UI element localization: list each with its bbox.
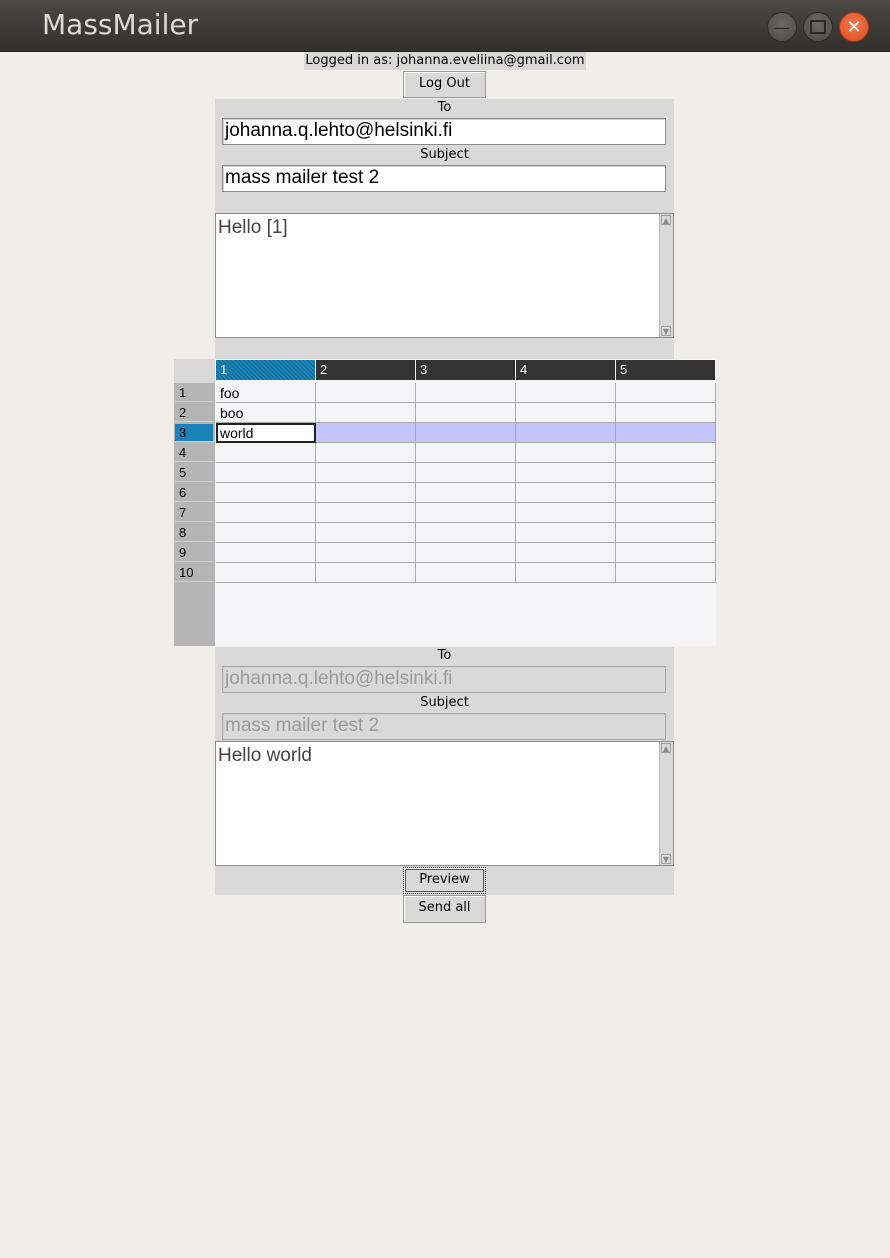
sheet-cell[interactable] [316,463,416,483]
sheet-cell[interactable] [516,403,616,423]
sheet-cell[interactable] [316,503,416,523]
sheet-cell[interactable] [516,543,616,563]
sheet-cell[interactable] [416,523,516,543]
row-header-9[interactable]: 9 [175,544,213,562]
sheet-cell[interactable] [216,503,316,523]
row-header-7[interactable]: 7 [175,504,213,522]
template-body-textarea[interactable]: Hello [1] ▲ ▼ [215,213,674,338]
sheet-cell[interactable] [216,543,316,563]
preview-body-scrollbar[interactable]: ▲ ▼ [659,742,673,865]
sheet-cell[interactable] [416,483,516,503]
sheet-cell[interactable] [416,403,516,423]
column-header-5[interactable]: 5 [616,360,716,380]
sheet-cell[interactable] [216,563,316,583]
sheet-cell[interactable] [316,543,416,563]
subject-label: Subject [420,147,469,162]
row-header-6[interactable]: 6 [175,484,213,502]
sheet-cell[interactable] [316,443,416,463]
sheet-cell[interactable] [216,483,316,503]
row-header-1[interactable]: 1 [175,384,213,402]
column-header-4[interactable]: 4 [516,360,616,380]
sheet-cell[interactable] [516,563,616,583]
sheet-cell[interactable] [516,523,616,543]
logged-in-status: Logged in as: johanna.eveliina@gmail.com [304,52,586,70]
preview-panel: To johanna.q.lehto@helsinki.fi Subject m… [215,647,674,742]
template-panel: To johanna.q.lehto@helsinki.fi Subject m… [215,99,674,213]
sheet-cell[interactable] [616,563,716,583]
sheet-cell[interactable] [416,423,516,443]
preview-to-label: To [437,648,452,663]
preview-subject-label: Subject [420,695,469,710]
maximize-button[interactable] [803,12,833,42]
sheet-cell[interactable] [616,543,716,563]
column-header-3[interactable]: 3 [416,360,516,380]
logout-button[interactable]: Log Out [403,71,486,98]
sheet-cell[interactable] [616,443,716,463]
sheet-cell[interactable] [316,383,416,403]
sheet-cell[interactable] [516,383,616,403]
row-header-3[interactable]: 3 [175,424,213,442]
sheet-cell[interactable] [416,503,516,523]
scroll-down-arrow-icon[interactable]: ▼ [661,854,671,864]
sheet-cell[interactable] [416,443,516,463]
sheet-cell[interactable] [516,423,616,443]
minimize-icon: — [774,17,790,37]
sheet-cell[interactable] [516,483,616,503]
sheet-cell[interactable]: foo [216,383,316,403]
sheet-cell[interactable] [616,463,716,483]
sheet-cell[interactable] [416,463,516,483]
scroll-down-arrow-icon[interactable]: ▼ [661,326,671,336]
column-header-1[interactable]: 1 [216,360,316,380]
sheet-cell[interactable] [316,523,416,543]
row-header-10[interactable]: 10 [175,564,213,582]
sheet-cell[interactable] [416,543,516,563]
minimize-button[interactable]: — [767,12,797,42]
sheet-cell[interactable] [616,383,716,403]
sheet-cell[interactable] [416,383,516,403]
sheet-cell[interactable] [616,483,716,503]
row-header-2[interactable]: 2 [175,404,213,422]
column-header-2[interactable]: 2 [316,360,416,380]
sheet-cell[interactable] [316,563,416,583]
to-input[interactable]: johanna.q.lehto@helsinki.fi [222,118,666,145]
close-icon: ✕ [846,16,862,38]
sheet-cell[interactable] [216,463,316,483]
to-label: To [437,100,452,115]
sheet-cell[interactable] [216,523,316,543]
preview-subject-field: mass mailer test 2 [222,713,666,740]
preview-body-text: Hello world [218,745,312,766]
close-button[interactable]: ✕ [839,12,869,42]
sheet-cell[interactable] [316,483,416,503]
sheet-cell[interactable] [416,563,516,583]
preview-body-textarea[interactable]: Hello world ▲ ▼ [215,741,674,866]
sheet-cell[interactable] [616,503,716,523]
template-body-scrollbar[interactable]: ▲ ▼ [659,214,673,337]
subject-input[interactable]: mass mailer test 2 [222,165,666,192]
sheet-cell[interactable] [616,423,716,443]
window-title: MassMailer [42,8,199,41]
sheet-cell[interactable] [516,503,616,523]
sheet-cell[interactable] [616,523,716,543]
scroll-up-arrow-icon[interactable]: ▲ [661,215,671,225]
row-header-8[interactable]: 8 [175,524,213,542]
sheet-corner [174,359,215,383]
sheet-cell[interactable] [516,463,616,483]
sheet-cell[interactable]: boo [216,403,316,423]
row-header-4[interactable]: 4 [175,444,213,462]
send-all-button[interactable]: Send all [403,895,486,923]
sheet-cell[interactable] [616,403,716,423]
sheet-cell[interactable] [316,423,416,443]
row-header-5[interactable]: 5 [175,464,213,482]
sheet-cell[interactable] [516,443,616,463]
sheet-cell[interactable] [316,403,416,423]
sheet-cell[interactable]: world [216,423,316,443]
preview-to-field: johanna.q.lehto@helsinki.fi [222,666,666,693]
maximize-icon [810,20,826,34]
preview-button[interactable]: Preview [403,867,486,894]
sheet-cell[interactable] [216,443,316,463]
template-footer-strip [215,338,674,359]
scroll-up-arrow-icon[interactable]: ▲ [661,743,671,753]
template-body-text: Hello [1] [218,217,288,238]
